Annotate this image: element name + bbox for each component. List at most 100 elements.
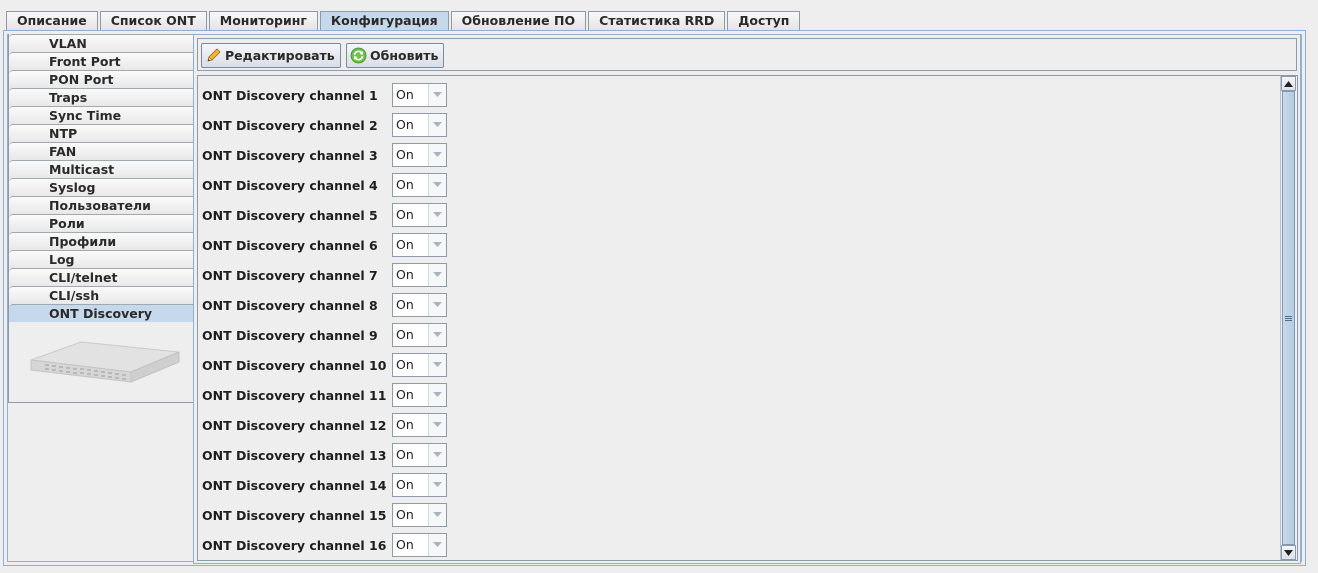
tab-configuration[interactable]: Конфигурация <box>319 11 449 31</box>
content-panel: Редактировать Обновить ONT Discovery cha… <box>193 34 1301 564</box>
pencil-icon <box>207 48 221 62</box>
channel-label: ONT Discovery channel 14 <box>202 477 387 493</box>
channel-row: ONT Discovery channel 10 On <box>202 353 447 377</box>
tab-access[interactable]: Доступ <box>727 11 801 30</box>
channel-select[interactable]: On <box>392 353 447 377</box>
channel-label: ONT Discovery channel 5 <box>202 207 378 223</box>
channel-row: ONT Discovery channel 15 On <box>202 503 447 527</box>
channel-select-value: On <box>396 207 414 222</box>
dropdown-arrow-button[interactable] <box>428 204 446 226</box>
channel-select[interactable]: On <box>392 533 447 557</box>
dropdown-arrow-button[interactable] <box>428 174 446 196</box>
channel-select[interactable]: On <box>392 83 447 107</box>
sidebar-item-cli-telnet[interactable]: CLI/telnet <box>9 268 194 286</box>
channel-select[interactable]: On <box>392 293 447 317</box>
channel-select[interactable]: On <box>392 503 447 527</box>
channel-label: ONT Discovery channel 12 <box>202 417 387 433</box>
scroll-up-button[interactable] <box>1281 76 1296 91</box>
chevron-down-icon <box>433 122 442 127</box>
channel-select-value: On <box>396 147 414 162</box>
sidebar-item-front-port[interactable]: Front Port <box>9 52 194 70</box>
channel-select[interactable]: On <box>392 323 447 347</box>
dropdown-arrow-button[interactable] <box>428 144 446 166</box>
dropdown-arrow-button[interactable] <box>428 384 446 406</box>
sidebar-item-sync-time[interactable]: Sync Time <box>9 106 194 124</box>
tab-ont-list[interactable]: Список ONT <box>99 11 207 30</box>
channel-select-value: On <box>396 387 414 402</box>
dropdown-arrow-button[interactable] <box>428 84 446 106</box>
chevron-down-icon <box>433 182 442 187</box>
dropdown-arrow-button[interactable] <box>428 324 446 346</box>
tab-rrd-statistics[interactable]: Статистика RRD <box>588 11 726 30</box>
channel-select[interactable]: On <box>392 473 447 497</box>
channel-select-value: On <box>396 507 414 522</box>
sidebar-item-cli-ssh[interactable]: CLI/ssh <box>9 286 194 304</box>
channel-label: ONT Discovery channel 13 <box>202 447 387 463</box>
channel-select[interactable]: On <box>392 413 447 437</box>
dropdown-arrow-button[interactable] <box>428 354 446 376</box>
channel-select-value: On <box>396 357 414 372</box>
dropdown-arrow-button[interactable] <box>428 114 446 136</box>
tab-monitoring[interactable]: Мониторинг <box>208 11 318 30</box>
channel-row: ONT Discovery channel 1 On <box>202 83 447 107</box>
sidebar-item-ntp[interactable]: NTP <box>9 124 194 142</box>
sidebar: VLAN Front Port PON Port Traps Sync Time… <box>8 34 194 403</box>
channel-label: ONT Discovery channel 6 <box>202 237 378 253</box>
sidebar-item-vlan[interactable]: VLAN <box>9 34 194 52</box>
channel-select[interactable]: On <box>392 233 447 257</box>
tab-firmware-update[interactable]: Обновление ПО <box>450 11 587 30</box>
vertical-scrollbar[interactable] <box>1280 76 1296 560</box>
channel-row: ONT Discovery channel 11 On <box>202 383 447 407</box>
channel-select[interactable]: On <box>392 443 447 467</box>
channel-row: ONT Discovery channel 12 On <box>202 413 447 437</box>
channel-select-value: On <box>396 297 414 312</box>
sidebar-item-syslog[interactable]: Syslog <box>9 178 194 196</box>
scroll-down-button[interactable] <box>1281 545 1296 560</box>
channel-select[interactable]: On <box>392 173 447 197</box>
channel-row: ONT Discovery channel 5 On <box>202 203 447 227</box>
sidebar-item-traps[interactable]: Traps <box>9 88 194 106</box>
sidebar-item-roles[interactable]: Роли <box>9 214 194 232</box>
scroll-thumb[interactable] <box>1282 91 1295 545</box>
sidebar-item-users[interactable]: Пользователи <box>9 196 194 214</box>
channel-select[interactable]: On <box>392 203 447 227</box>
dropdown-arrow-button[interactable] <box>428 504 446 526</box>
olt-device-icon <box>30 341 180 383</box>
dropdown-arrow-button[interactable] <box>428 474 446 496</box>
sidebar-item-multicast[interactable]: Multicast <box>9 160 194 178</box>
channel-row: ONT Discovery channel 9 On <box>202 323 447 347</box>
chevron-down-icon <box>433 212 442 217</box>
channel-label: ONT Discovery channel 4 <box>202 177 378 193</box>
sidebar-item-pon-port[interactable]: PON Port <box>9 70 194 88</box>
channel-label: ONT Discovery channel 7 <box>202 267 378 283</box>
channel-select[interactable]: On <box>392 383 447 407</box>
tab-description[interactable]: Описание <box>6 11 98 30</box>
sidebar-item-ont-discovery[interactable]: ONT Discovery <box>9 304 194 322</box>
grip-icon <box>1285 315 1292 321</box>
edit-button[interactable]: Редактировать <box>201 43 341 68</box>
channel-row: ONT Discovery channel 7 On <box>202 263 447 287</box>
channel-label: ONT Discovery channel 11 <box>202 387 387 403</box>
channel-select-value: On <box>396 87 414 102</box>
dropdown-arrow-button[interactable] <box>428 294 446 316</box>
chevron-down-icon <box>433 332 442 337</box>
channel-row: ONT Discovery channel 16 On <box>202 533 447 557</box>
sidebar-item-fan[interactable]: FAN <box>9 142 194 160</box>
chevron-down-icon <box>433 362 442 367</box>
channel-select[interactable]: On <box>392 263 447 287</box>
edit-button-label: Редактировать <box>225 48 335 63</box>
channel-row: ONT Discovery channel 8 On <box>202 293 447 317</box>
channel-select[interactable]: On <box>392 113 447 137</box>
channel-row: ONT Discovery channel 14 On <box>202 473 447 497</box>
channel-select[interactable]: On <box>392 143 447 167</box>
chevron-down-icon <box>433 242 442 247</box>
dropdown-arrow-button[interactable] <box>428 234 446 256</box>
refresh-button[interactable]: Обновить <box>346 43 445 68</box>
dropdown-arrow-button[interactable] <box>428 414 446 436</box>
dropdown-arrow-button[interactable] <box>428 534 446 556</box>
dropdown-arrow-button[interactable] <box>428 444 446 466</box>
sidebar-item-profiles[interactable]: Профили <box>9 232 194 250</box>
sidebar-item-log[interactable]: Log <box>9 250 194 268</box>
chevron-down-icon <box>433 452 442 457</box>
dropdown-arrow-button[interactable] <box>428 264 446 286</box>
